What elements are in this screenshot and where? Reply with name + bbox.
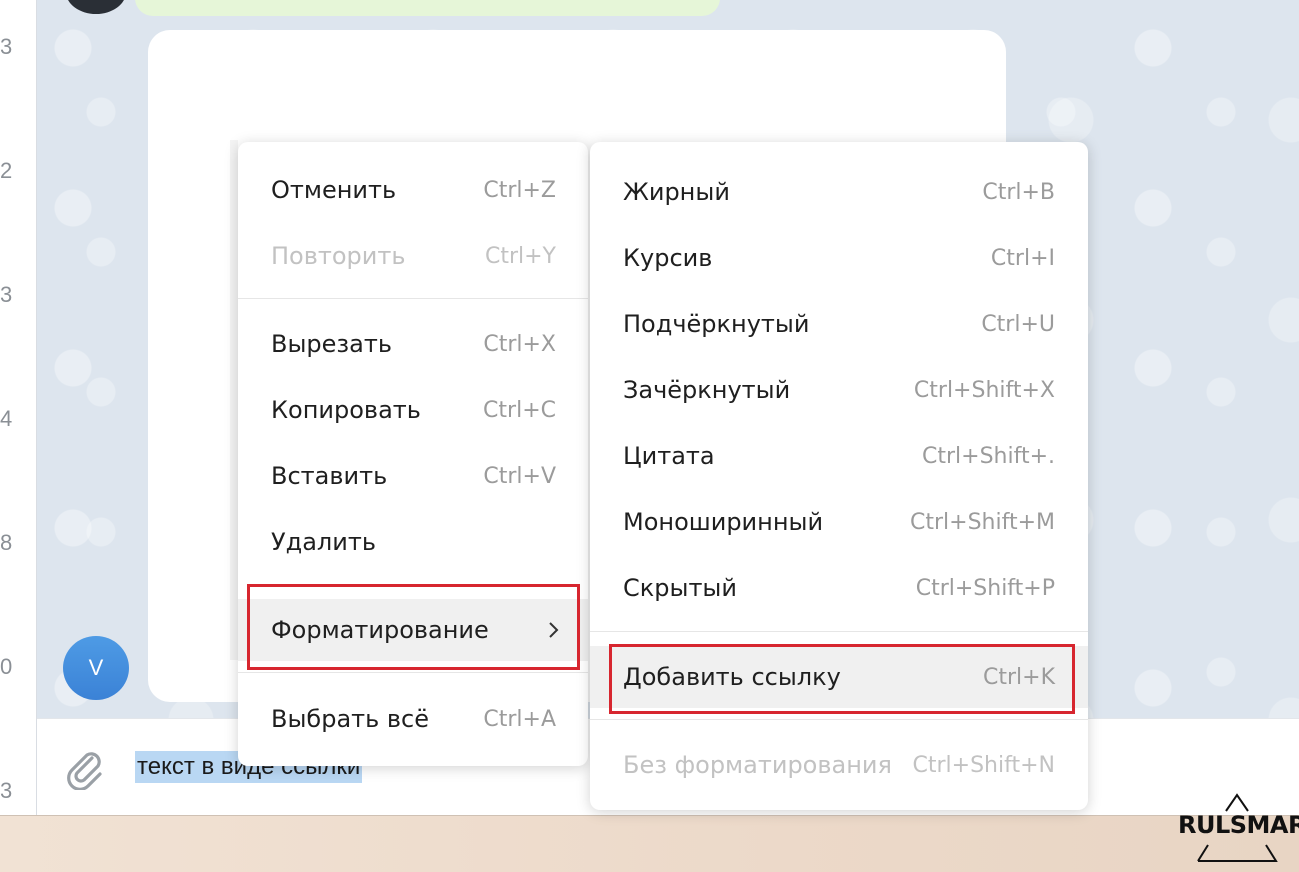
menu-item-label: Вырезать <box>271 330 393 358</box>
menu-item-label: Цитата <box>623 442 715 470</box>
gutter-number: 0 <box>0 654 13 679</box>
menu-item-label: Зачёркнутый <box>623 376 791 404</box>
menu-item-label: Выбрать всё <box>271 705 430 733</box>
menu-item-formatting[interactable]: Форматирование <box>238 599 588 661</box>
menu-item-label: Моноширинный <box>623 508 824 536</box>
menu-item-spoiler[interactable]: Скрытый Ctrl+Shift+P <box>590 557 1088 619</box>
menu-item-label: Курсив <box>623 244 713 272</box>
gutter-number: 3 <box>0 778 13 803</box>
menu-item-shortcut: Ctrl+A <box>483 706 556 732</box>
menu-separator <box>590 631 1088 632</box>
menu-item-add-link[interactable]: Добавить ссылку Ctrl+K <box>590 646 1088 708</box>
menu-item-label: Отменить <box>271 176 397 204</box>
formatting-submenu: Жирный Ctrl+B Курсив Ctrl+I Подчёркнутый… <box>590 142 1088 810</box>
menu-item-shortcut: Ctrl+Z <box>483 177 556 203</box>
menu-item-shortcut: Ctrl+Shift+N <box>912 752 1055 778</box>
avatar-letter: V <box>88 655 104 680</box>
menu-item-label: Вставить <box>271 462 388 490</box>
logo-text: RULSMART <box>1178 811 1299 839</box>
taskbar <box>0 815 1299 872</box>
menu-item-shortcut: Ctrl+K <box>982 664 1055 690</box>
menu-item-shortcut: Ctrl+I <box>990 245 1055 271</box>
menu-item-label: Скрытый <box>623 574 737 602</box>
menu-item-copy[interactable]: Копировать Ctrl+C <box>238 379 588 441</box>
menu-item-label: Без форматирования <box>623 751 892 779</box>
menu-item-shortcut: Ctrl+Y <box>484 243 556 269</box>
menu-item-underline[interactable]: Подчёркнутый Ctrl+U <box>590 293 1088 355</box>
menu-item-shortcut: Ctrl+Shift+X <box>913 377 1055 403</box>
gutter-number: 8 <box>0 530 13 555</box>
menu-item-bold[interactable]: Жирный Ctrl+B <box>590 161 1088 223</box>
menu-item-delete[interactable]: Удалить <box>238 511 588 573</box>
menu-item-redo[interactable]: Повторить Ctrl+Y <box>238 225 588 287</box>
watermark-logo: RULSMART <box>1178 793 1299 867</box>
menu-item-shortcut: Ctrl+U <box>981 311 1055 337</box>
context-menu: Отменить Ctrl+Z Повторить Ctrl+Y Вырезат… <box>238 142 588 766</box>
menu-item-strikethrough[interactable]: Зачёркнутый Ctrl+Shift+X <box>590 359 1088 421</box>
menu-item-quote[interactable]: Цитата Ctrl+Shift+. <box>590 425 1088 487</box>
gutter-number: 2 <box>0 158 13 183</box>
menu-item-label: Жирный <box>623 178 730 206</box>
menu-item-label: Удалить <box>271 528 376 556</box>
menu-item-shortcut: Ctrl+B <box>982 179 1055 205</box>
menu-item-shortcut: Ctrl+Shift+. <box>921 443 1055 469</box>
bubble-text-edge <box>230 140 238 660</box>
menu-item-label: Форматирование <box>271 616 489 644</box>
menu-item-paste[interactable]: Вставить Ctrl+V <box>238 445 588 507</box>
menu-separator <box>590 719 1088 720</box>
bubble-text-area <box>238 120 954 142</box>
menu-item-label: Копировать <box>271 396 421 424</box>
menu-item-italic[interactable]: Курсив Ctrl+I <box>590 227 1088 289</box>
chevron-right-icon <box>549 622 559 638</box>
menu-item-shortcut: Ctrl+C <box>483 397 556 423</box>
menu-item-cut[interactable]: Вырезать Ctrl+X <box>238 313 588 375</box>
paperclip-icon[interactable] <box>62 746 106 790</box>
menu-item-label: Повторить <box>271 242 406 270</box>
menu-item-label: Добавить ссылку <box>623 663 841 691</box>
previous-message-bubble <box>135 0 720 16</box>
menu-item-shortcut: Ctrl+Shift+M <box>910 509 1055 535</box>
menu-item-select-all[interactable]: Выбрать всё Ctrl+A <box>238 688 588 750</box>
menu-item-undo[interactable]: Отменить Ctrl+Z <box>238 159 588 221</box>
menu-item-label: Подчёркнутый <box>623 310 810 338</box>
menu-item-shortcut: Ctrl+X <box>483 331 556 357</box>
gutter-number: 4 <box>0 406 13 431</box>
gutter-number: 3 <box>0 34 13 59</box>
menu-item-shortcut: Ctrl+V <box>483 463 556 489</box>
menu-separator <box>238 298 588 299</box>
menu-separator <box>238 672 588 673</box>
menu-item-monospace[interactable]: Моноширинный Ctrl+Shift+M <box>590 491 1088 553</box>
left-gutter: 3 2 3 4 8 0 3 <box>0 0 37 815</box>
menu-item-shortcut: Ctrl+Shift+P <box>915 575 1055 601</box>
user-avatar[interactable]: V <box>63 636 129 700</box>
gutter-number: 3 <box>0 282 13 307</box>
menu-item-clear-formatting[interactable]: Без форматирования Ctrl+Shift+N <box>590 734 1088 796</box>
